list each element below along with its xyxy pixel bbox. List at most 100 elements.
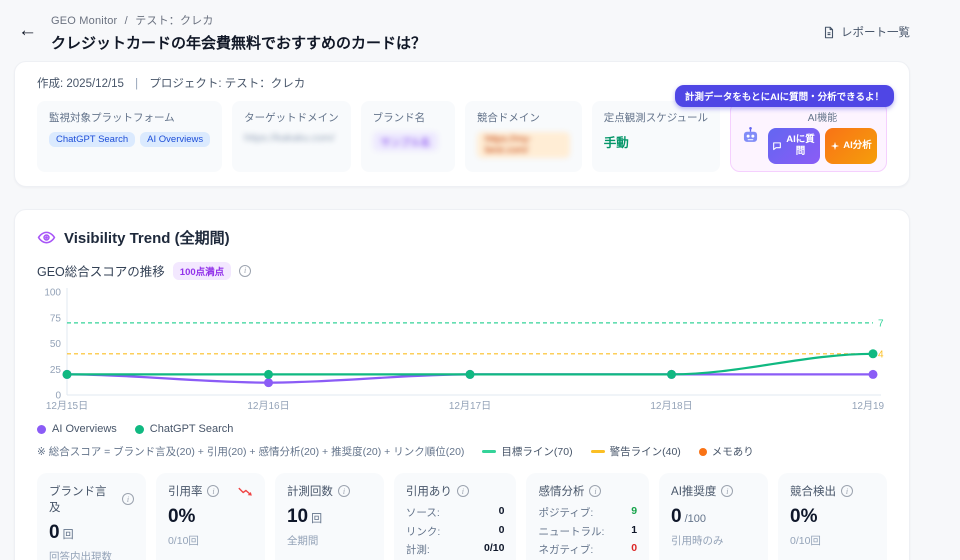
- back-button[interactable]: ←: [18, 21, 37, 40]
- stat-competitor-detection: 競合検出i 0% 0/10回: [778, 473, 887, 560]
- goal-line-legend: 目標ライン(70): [482, 444, 572, 459]
- stat-brand-mentions-sub: 回答内出現数: [49, 549, 134, 560]
- field-schedule-label: 定点観測スケジュール: [604, 110, 708, 125]
- breadcrumb[interactable]: GEO Monitor / テスト：クレカ: [51, 12, 426, 28]
- ai-analyze-button[interactable]: AI分析: [825, 128, 877, 164]
- chat-icon: [772, 141, 782, 151]
- stat-ai-recommendation-value: 0: [671, 506, 682, 528]
- stat-citations-link-row: リンク:0: [406, 524, 505, 539]
- stat-measurement-count-value: 10: [287, 506, 308, 528]
- field-platform-label: 監視対象プラットフォーム: [49, 110, 210, 125]
- stat-sentiment-positive-row: ポジティブ:9: [538, 505, 637, 520]
- stat-ai-recommendation-info-icon[interactable]: i: [721, 485, 733, 497]
- warning-line-swatch: [591, 450, 605, 453]
- ai-feature-box: 計測データをもとにAIに質問・分析できるよ！ AI機能 AIに質問 AI分析: [730, 101, 887, 172]
- robot-icon: [740, 126, 761, 147]
- svg-text:100: 100: [44, 288, 61, 299]
- legend-dot-green: [135, 425, 144, 434]
- legend-ai-overviews: AI Overviews: [37, 423, 117, 435]
- page-header: ← GEO Monitor / テスト：クレカ クレジットカードの年会費無料でお…: [0, 0, 960, 61]
- stat-measurement-count-info-icon[interactable]: i: [338, 485, 350, 497]
- svg-text:0: 0: [55, 391, 61, 402]
- svg-text:12月15日: 12月15日: [46, 400, 88, 412]
- brand-name-value: サンプル名: [373, 132, 439, 151]
- svg-text:12月19日: 12月19日: [852, 400, 885, 412]
- page-title: クレジットカードの年会費無料でおすすめのカードは？: [51, 32, 426, 53]
- trend-chart: 025507510012月15日12月16日12月17日12月18日12月19日…: [37, 288, 885, 414]
- stat-measurement-count-unit: 回: [311, 510, 322, 526]
- trend-title: Visibility Trend (全期間): [64, 227, 230, 248]
- legend-chatgpt-search: ChatGPT Search: [135, 423, 234, 435]
- sparkles-icon: [830, 141, 840, 151]
- field-target-domain-label: ターゲットドメイン: [244, 110, 339, 125]
- meta-divider: |: [135, 78, 138, 90]
- stat-brand-mentions-value: 0: [49, 522, 60, 544]
- breadcrumb-root[interactable]: GEO Monitor: [51, 15, 117, 27]
- legend-chatgpt-search-label: ChatGPT Search: [150, 423, 234, 435]
- breadcrumb-current: テスト：クレカ: [135, 15, 213, 27]
- svg-text:75: 75: [50, 313, 62, 324]
- competitor-domain-value: https://my-best.com/: [477, 132, 570, 158]
- platform-chip-aioverviews: AI Overviews: [140, 132, 210, 147]
- platform-chip-chatgpt: ChatGPT Search: [49, 132, 135, 147]
- stat-sentiment-info-icon[interactable]: i: [589, 485, 601, 497]
- stat-ai-recommendation: AI推奨度i 0/100 引用時のみ: [659, 473, 768, 560]
- svg-text:25: 25: [50, 365, 62, 376]
- stat-brand-mentions-info-icon[interactable]: i: [122, 493, 134, 505]
- geo-monitor-page: ← GEO Monitor / テスト：クレカ クレジットカードの年会費無料でお…: [0, 0, 960, 560]
- field-target-domain: ターゲットドメイン https://kakaku.com/: [232, 101, 351, 172]
- ai-ask-button[interactable]: AIに質問: [768, 128, 820, 164]
- stat-citation-rate: 引用率i 0% 0/10回: [156, 473, 265, 560]
- schedule-value: 手動: [604, 132, 708, 151]
- goal-line-swatch: [482, 450, 496, 453]
- created-date: 作成: 2025/12/15: [37, 78, 124, 90]
- stats-row: ブランド言及i 0回 回答内出現数 引用率i 0% 0/10回 計測回数i 10…: [37, 473, 887, 560]
- stat-citations-label: 引用あり: [406, 483, 452, 499]
- svg-text:4: 4: [878, 349, 884, 360]
- legend-ai-overviews-label: AI Overviews: [52, 423, 117, 435]
- svg-text:7: 7: [878, 318, 884, 329]
- trend-subtitle: GEO総合スコアの推移: [37, 261, 165, 280]
- breadcrumb-separator: /: [125, 15, 128, 27]
- stat-sentiment-label: 感情分析: [538, 483, 584, 499]
- field-schedule: 定点観測スケジュール 手動: [592, 101, 720, 172]
- stat-citations-info-icon[interactable]: i: [457, 485, 469, 497]
- ai-feature-tooltip: 計測データをもとにAIに質問・分析できるよ！: [675, 85, 894, 107]
- memo-label: メモあり: [712, 444, 754, 459]
- stat-brand-mentions-label: ブランド言及: [49, 483, 117, 515]
- header-text: GEO Monitor / テスト：クレカ クレジットカードの年会費無料でおすす…: [51, 12, 426, 53]
- stat-citations-source-row: ソース:0: [406, 505, 505, 520]
- stat-competitor-detection-sub: 0/10回: [790, 533, 875, 548]
- field-competitor-domain-label: 競合ドメイン: [477, 110, 570, 125]
- stat-ai-recommendation-unit: /100: [685, 513, 706, 525]
- stat-competitor-detection-info-icon[interactable]: i: [841, 485, 853, 497]
- score-note-row: ※ 総合スコア = ブランド言及(20) + 引用(20) + 感情分析(20)…: [37, 444, 887, 459]
- stat-sentiment: 感情分析i ポジティブ:9 ニュートラル:1 ネガティブ:0: [526, 473, 649, 560]
- svg-text:12月17日: 12月17日: [449, 400, 491, 412]
- trend-info-icon[interactable]: i: [239, 265, 251, 277]
- trend-down-icon: [238, 486, 253, 497]
- stat-brand-mentions-unit: 回: [63, 526, 74, 542]
- field-brand-name: ブランド名 サンプル名: [361, 101, 455, 172]
- stat-citation-rate-info-icon[interactable]: i: [207, 485, 219, 497]
- stat-measurement-count-label: 計測回数: [287, 483, 333, 499]
- svg-text:12月18日: 12月18日: [650, 400, 692, 412]
- memo-legend: メモあり: [699, 444, 754, 459]
- stat-citation-rate-sub: 0/10回: [168, 533, 253, 548]
- stat-measurement-count-sub: 全期間: [287, 533, 372, 548]
- stat-citation-rate-label: 引用率: [168, 483, 203, 499]
- field-platform: 監視対象プラットフォーム ChatGPT Search AI Overviews: [37, 101, 222, 172]
- report-list-label: レポート一覧: [841, 24, 910, 40]
- scale-badge: 100点満点: [173, 262, 231, 280]
- memo-dot: [699, 448, 707, 456]
- stat-brand-mentions: ブランド言及 i 0回 回答内出現数: [37, 473, 146, 560]
- svg-text:50: 50: [50, 339, 62, 350]
- ai-feature-label: AI機能: [808, 109, 837, 124]
- field-brand-name-label: ブランド名: [373, 110, 443, 125]
- target-domain-value: https://kakaku.com/: [244, 132, 339, 144]
- chart-legend: AI Overviews ChatGPT Search: [37, 423, 887, 435]
- stat-citations-measure-row: 計測:0/10: [406, 542, 505, 557]
- fields-row: 監視対象プラットフォーム ChatGPT Search AI Overviews…: [37, 101, 887, 172]
- warning-line-legend: 警告ライン(40): [591, 444, 681, 459]
- report-list-button[interactable]: レポート一覧: [822, 24, 910, 40]
